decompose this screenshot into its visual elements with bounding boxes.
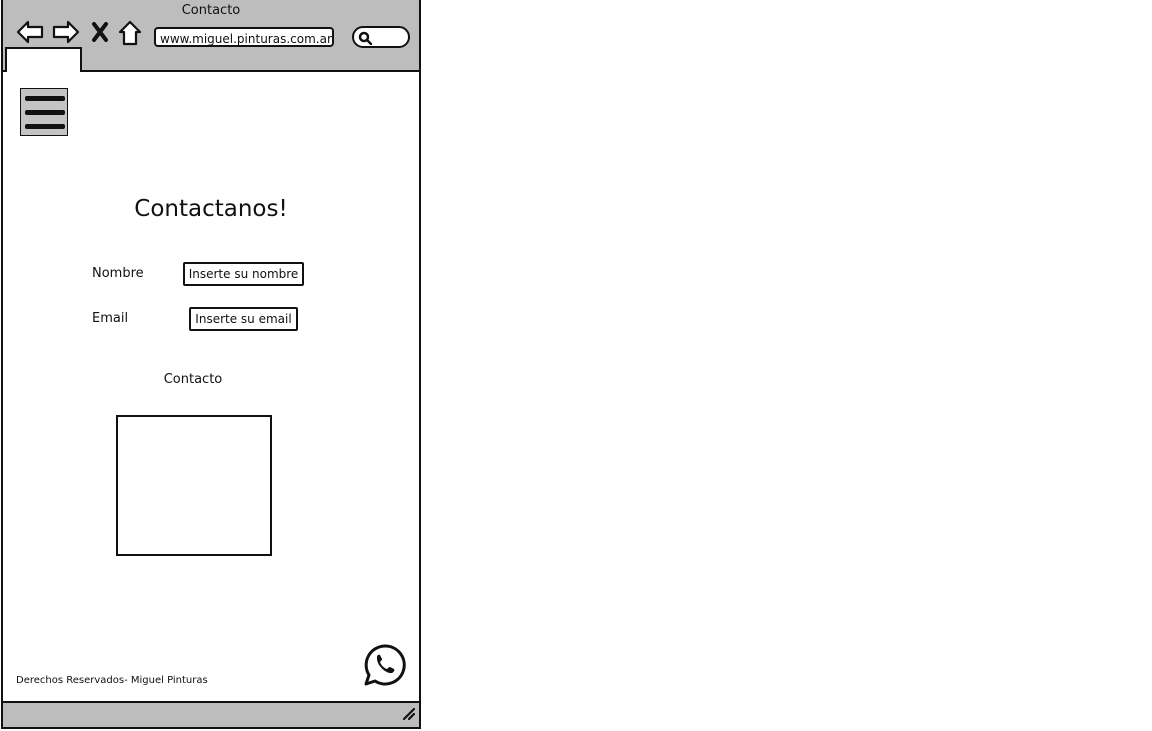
home-icon[interactable] bbox=[117, 19, 143, 51]
email-input[interactable] bbox=[189, 307, 298, 331]
window-title: Contacto bbox=[181, 3, 241, 18]
name-input[interactable] bbox=[183, 262, 304, 286]
whatsapp-icon[interactable] bbox=[363, 643, 407, 691]
name-label: Nombre bbox=[92, 266, 144, 281]
browser-tab[interactable] bbox=[5, 47, 82, 72]
message-textarea[interactable] bbox=[116, 415, 272, 556]
browser-chrome: Contacto www.miguel.pinturas.com.ar bbox=[3, 0, 419, 72]
page-title: Contactanos! bbox=[134, 196, 288, 222]
resize-grip-icon[interactable] bbox=[401, 705, 416, 724]
search-icon bbox=[358, 31, 372, 45]
contact-label: Contacto bbox=[163, 372, 223, 387]
status-bar bbox=[3, 701, 419, 727]
browser-search-box[interactable] bbox=[352, 26, 410, 48]
url-bar[interactable]: www.miguel.pinturas.com.ar bbox=[154, 27, 334, 47]
browser-window: Contacto www.miguel.pinturas.com.ar Cont… bbox=[1, 0, 421, 729]
close-icon[interactable] bbox=[91, 20, 109, 48]
hamburger-icon[interactable] bbox=[20, 88, 68, 136]
footer-text: Derechos Reservados- Miguel Pinturas bbox=[16, 675, 208, 686]
back-icon[interactable] bbox=[15, 18, 45, 50]
email-label: Email bbox=[92, 311, 129, 326]
forward-icon[interactable] bbox=[51, 18, 81, 50]
